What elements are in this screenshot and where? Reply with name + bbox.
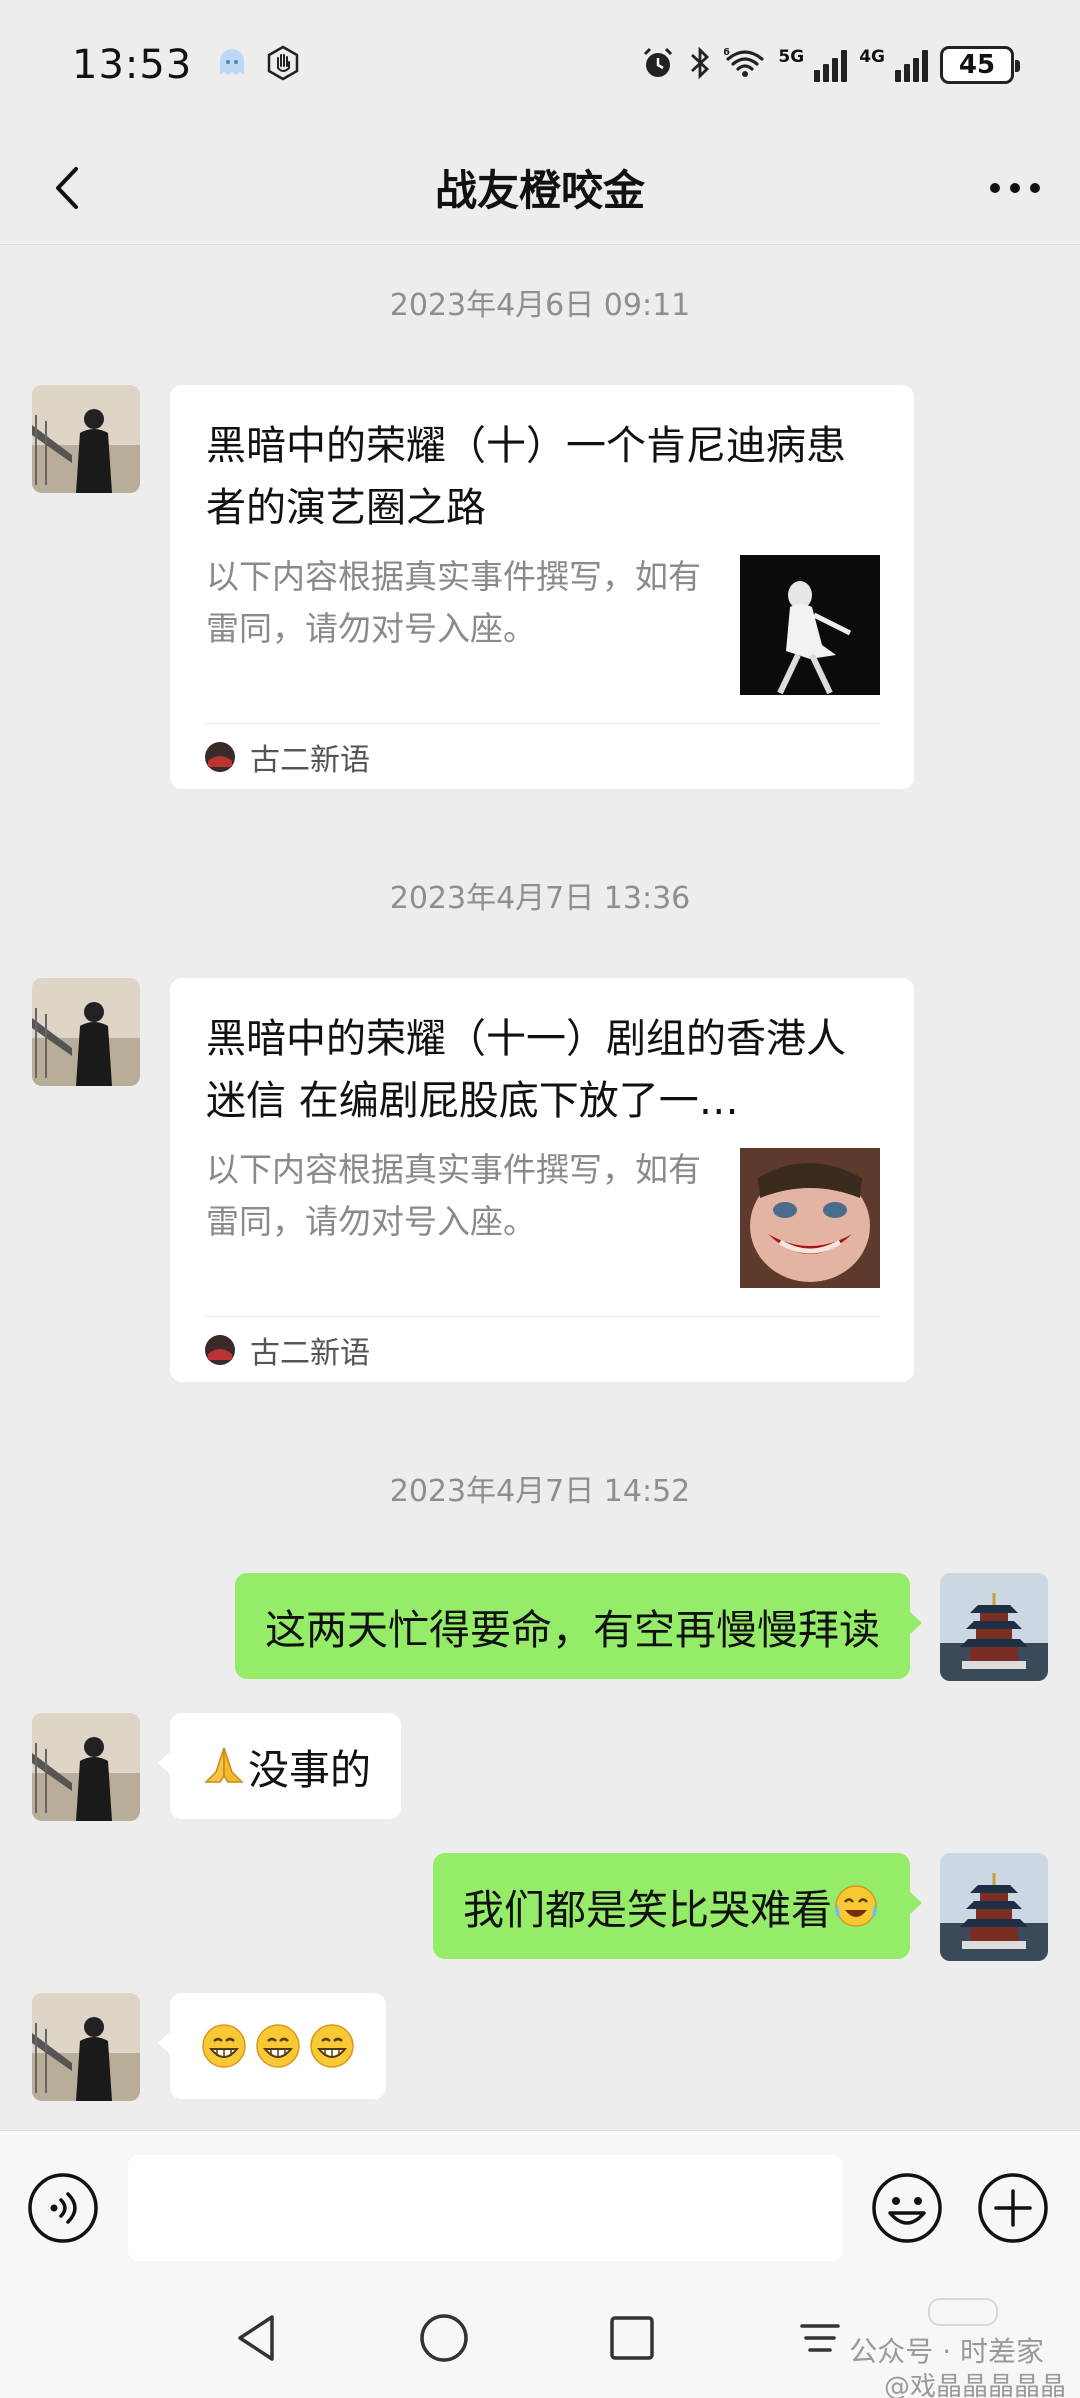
source-avatar-icon bbox=[205, 1334, 235, 1365]
article-title: 黑暗中的荣耀（十）一个肯尼迪病患者的演艺圈之路 bbox=[206, 423, 846, 531]
message-input[interactable] bbox=[128, 2155, 842, 2261]
wifi-icon: 6 bbox=[723, 45, 766, 85]
article-source: 古二新语 bbox=[204, 1316, 880, 1382]
contact-avatar[interactable] bbox=[32, 978, 140, 1086]
alarm-icon bbox=[640, 45, 676, 85]
message-text: 我们都是笑比哭难看 bbox=[463, 1886, 832, 1934]
contact-avatar[interactable] bbox=[32, 385, 140, 493]
svg-text:6: 6 bbox=[724, 47, 730, 58]
nav-home-icon bbox=[420, 2314, 468, 2362]
emoji-button[interactable] bbox=[870, 2171, 944, 2249]
article-description: 以下内容根据真实事件撰写，如有雷同，请勿对号入座。 bbox=[206, 1150, 701, 1241]
plus-icon bbox=[978, 2173, 1048, 2243]
watermark-text: 公众号 · 时差家 bbox=[849, 2335, 1044, 2368]
ballet-photo bbox=[740, 555, 880, 695]
nav-home-button[interactable] bbox=[414, 2308, 474, 2368]
nav-recents-icon bbox=[610, 2316, 654, 2360]
nav-menu-button[interactable] bbox=[790, 2308, 850, 2368]
battery-indicator: 45 bbox=[940, 46, 1020, 84]
signal-icon bbox=[814, 48, 848, 82]
ghost-app-icon bbox=[214, 45, 250, 85]
grin-emoji bbox=[308, 2022, 356, 2070]
message-timestamp: 2023年4月7日 14:52 bbox=[389, 1474, 691, 1509]
contact-avatar[interactable] bbox=[32, 1713, 140, 1821]
signal-icon bbox=[895, 48, 928, 82]
message-bubble-received[interactable]: 没事的 bbox=[158, 1713, 401, 1819]
my-avatar[interactable] bbox=[940, 1853, 1048, 1961]
message-bubble-sent[interactable]: 我们都是笑比哭难看 bbox=[433, 1853, 922, 1959]
network-4g-label: 4G bbox=[859, 47, 885, 67]
source-name: 古二新语 bbox=[250, 1335, 370, 1371]
source-avatar-icon bbox=[205, 741, 235, 772]
article-description: 以下内容根据真实事件撰写，如有雷同，请勿对号入座。 bbox=[206, 557, 701, 648]
watermark-logo bbox=[928, 2298, 998, 2326]
status-bar: 13:53 6 5G 4G 45 bbox=[0, 0, 1080, 130]
message-text: 没事的 bbox=[248, 1746, 371, 1794]
joker-photo bbox=[740, 1148, 880, 1288]
grin-emoji bbox=[254, 2022, 302, 2070]
voice-icon bbox=[28, 2173, 98, 2243]
more-dots-icon bbox=[990, 183, 1040, 193]
system-nav-bar: 公众号 · 时差家 @戏晶晶晶晶晶 bbox=[0, 2278, 1080, 2398]
nav-menu-icon bbox=[800, 2324, 840, 2352]
pray-emoji bbox=[200, 1742, 248, 1790]
nav-back-icon bbox=[238, 2315, 274, 2361]
laugh-cry-emoji bbox=[832, 1882, 880, 1930]
message-timestamp: 2023年4月7日 13:36 bbox=[389, 881, 691, 916]
my-avatar[interactable] bbox=[940, 1573, 1048, 1681]
status-time: 13:53 bbox=[72, 42, 193, 88]
emoji-face-icon bbox=[872, 2173, 942, 2243]
voice-button[interactable] bbox=[26, 2171, 100, 2249]
network-5g-label: 5G bbox=[778, 47, 805, 67]
more-button[interactable] bbox=[980, 158, 1050, 218]
contact-avatar[interactable] bbox=[32, 1993, 140, 2101]
bluetooth-icon bbox=[688, 45, 712, 85]
grin-emoji bbox=[200, 2022, 248, 2070]
nav-recents-button[interactable] bbox=[602, 2308, 662, 2368]
nav-back-button[interactable] bbox=[226, 2308, 286, 2368]
article-title: 黑暗中的荣耀（十一）剧组的香港人迷信 在编剧屁股底下放了一… bbox=[206, 1016, 846, 1124]
chat-title: 战友橙咬金 bbox=[434, 165, 645, 215]
message-bubble-sent[interactable]: 这两天忙得要命，有空再慢慢拜读 bbox=[235, 1573, 922, 1679]
article-card[interactable]: 黑暗中的荣耀（十）一个肯尼迪病患者的演艺圈之路 以下内容根据真实事件撰写，如有雷… bbox=[170, 385, 914, 789]
back-button[interactable] bbox=[38, 158, 98, 218]
message-timestamp: 2023年4月6日 09:11 bbox=[389, 288, 691, 323]
article-source: 古二新语 bbox=[204, 723, 880, 789]
article-card[interactable]: 黑暗中的荣耀（十一）剧组的香港人迷信 在编剧屁股底下放了一… 以下内容根据真实事… bbox=[170, 978, 914, 1382]
message-text: 这两天忙得要命，有空再慢慢拜读 bbox=[265, 1606, 880, 1654]
message-bubble-received[interactable] bbox=[158, 1993, 386, 2099]
more-actions-button[interactable] bbox=[976, 2171, 1050, 2249]
source-name: 古二新语 bbox=[250, 742, 370, 778]
hand-icon bbox=[264, 44, 302, 86]
watermark-author: @戏晶晶晶晶晶 bbox=[883, 2372, 1066, 2398]
chat-header: 战友橙咬金 bbox=[0, 130, 1080, 245]
chevron-left-icon bbox=[56, 167, 78, 209]
input-bar bbox=[0, 2130, 1080, 2278]
